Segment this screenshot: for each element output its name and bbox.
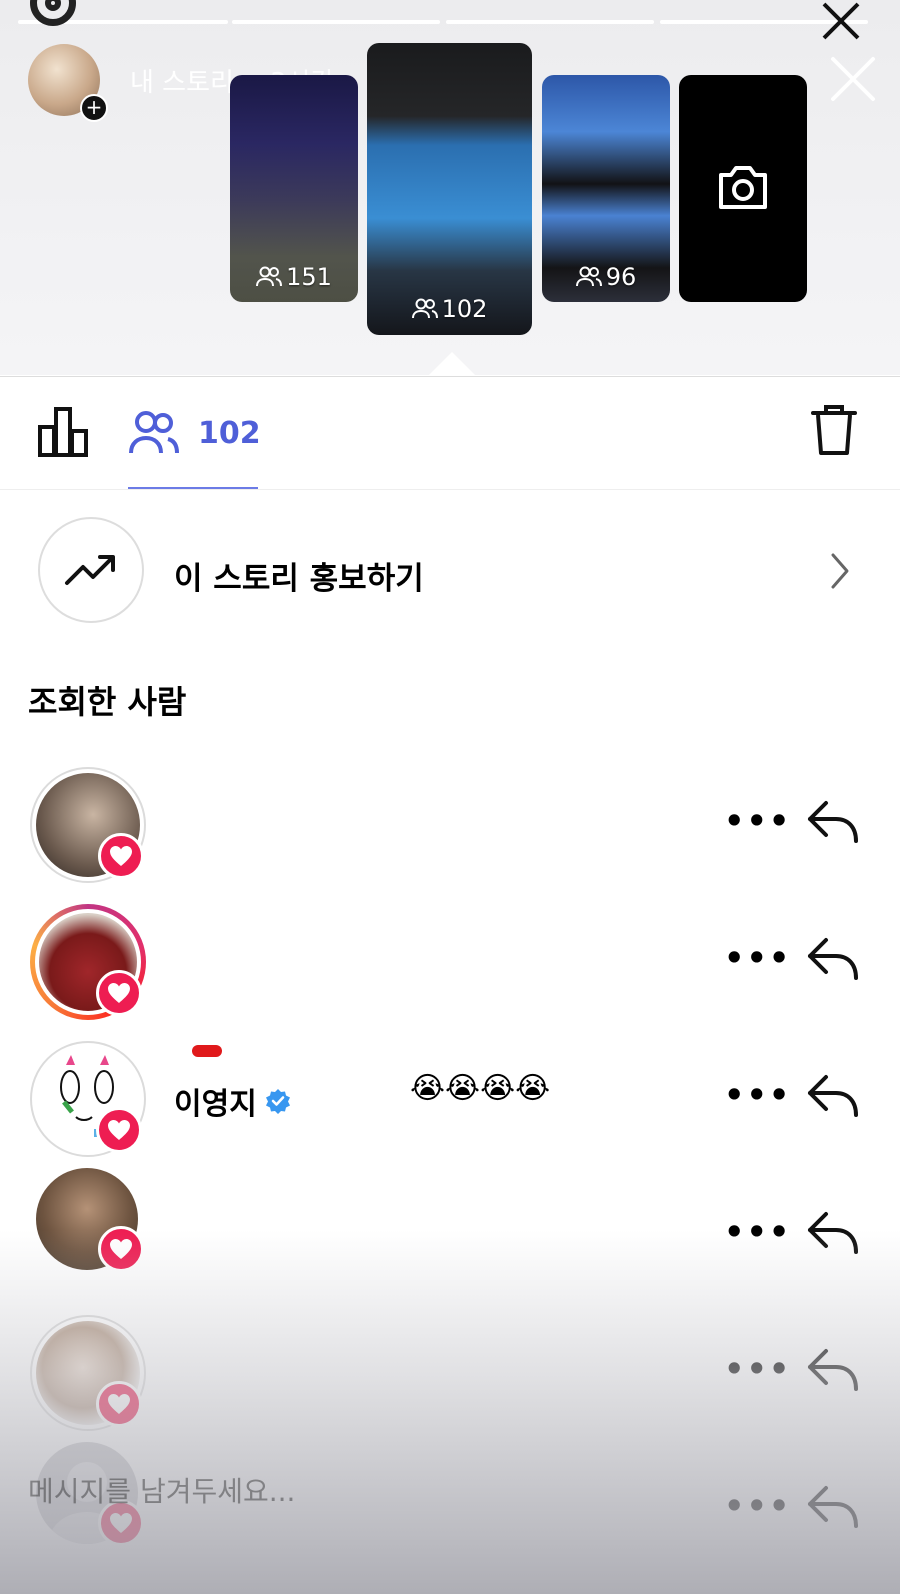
reply-icon[interactable]: [806, 1482, 862, 1532]
tab-bar: 102: [0, 377, 900, 490]
redaction-mark: [192, 1045, 222, 1057]
heart-icon: [96, 970, 142, 1016]
story-header-area: + 내 스토리 3시간 151 102: [0, 0, 900, 375]
chevron-right-icon: [831, 553, 849, 589]
more-options-icon[interactable]: •••: [724, 942, 791, 974]
tab-underline: [128, 487, 258, 489]
people-icon: [575, 266, 602, 287]
heart-icon: [98, 833, 144, 879]
promote-label: 이 스토리 홍보하기: [174, 561, 424, 597]
viewer-count: 102: [198, 415, 261, 451]
heart-icon: [98, 1226, 144, 1272]
story-title: 내 스토리: [130, 68, 234, 98]
add-story-icon[interactable]: +: [80, 94, 108, 122]
reply-icon[interactable]: [806, 1071, 862, 1121]
more-options-icon[interactable]: •••: [724, 805, 791, 837]
viewer-row[interactable]: •••: [0, 1315, 900, 1435]
promote-story-row[interactable]: 이 스토리 홍보하기: [0, 517, 900, 627]
close-icon[interactable]: [818, 0, 868, 44]
people-icon: [411, 298, 438, 319]
more-options-icon[interactable]: •••: [724, 1353, 791, 1385]
people-icon: [129, 411, 179, 454]
story-thumbnail-3[interactable]: 96: [542, 75, 670, 302]
progress-segment-2: [232, 20, 440, 24]
story-thumbnail-1[interactable]: 151: [230, 75, 358, 302]
reply-input-placeholder[interactable]: 메시지를 남겨두세요...: [28, 1470, 295, 1510]
viewer-row[interactable]: •••: [0, 767, 900, 887]
close-icon[interactable]: [830, 56, 876, 102]
bar-chart-icon[interactable]: [38, 407, 90, 457]
people-icon: [256, 266, 283, 287]
thumbnail-view-count: 102: [367, 295, 532, 323]
viewers-section-title: 조회한 사람: [28, 683, 187, 721]
reply-icon[interactable]: [806, 1345, 862, 1395]
more-options-icon[interactable]: •••: [724, 1216, 791, 1248]
verified-badge-icon: [265, 1089, 290, 1114]
thumbnail-view-count: 96: [542, 263, 670, 291]
viewer-row[interactable]: •••: [0, 904, 900, 1024]
tab-viewers[interactable]: 102: [128, 411, 261, 455]
add-story-camera-tile[interactable]: [679, 75, 807, 302]
promote-icon-circle: [38, 517, 144, 623]
progress-segment-3: [446, 20, 654, 24]
more-options-icon[interactable]: •••: [724, 1079, 791, 1111]
viewer-row[interactable]: 이영지 😭😭😭😭 •••: [0, 1041, 900, 1161]
reply-icon[interactable]: [806, 1208, 862, 1258]
viewer-reaction: 😭😭😭😭: [410, 1071, 551, 1106]
viewer-row[interactable]: •••: [0, 1168, 900, 1298]
heart-icon: [96, 1107, 142, 1153]
reply-icon[interactable]: [806, 797, 862, 847]
trend-up-icon: [65, 555, 115, 585]
thumbnail-view-count: 151: [230, 263, 358, 291]
selected-pointer: [428, 352, 476, 376]
viewer-sheet: 102 이 스토리 홍보하기 조회한 사람 ••• ••• 이영지 😭😭😭😭 •…: [0, 376, 900, 1595]
heart-icon: [96, 1381, 142, 1427]
more-options-icon[interactable]: •••: [724, 1490, 791, 1522]
reply-icon[interactable]: [806, 934, 862, 984]
viewer-name: 이영지: [174, 1079, 291, 1123]
story-thumbnail-selected[interactable]: 102: [367, 43, 532, 335]
trash-icon[interactable]: [810, 403, 858, 457]
camera-icon: [719, 166, 767, 209]
